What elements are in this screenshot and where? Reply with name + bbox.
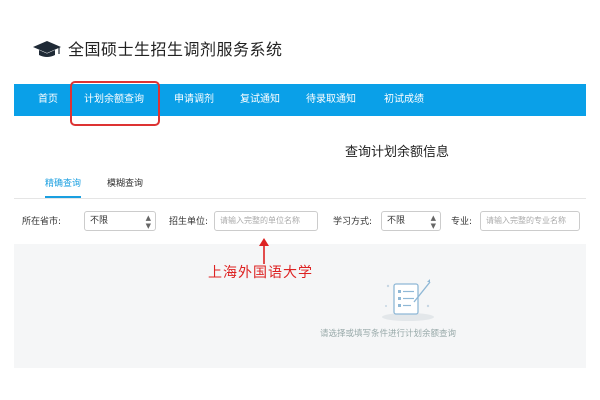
select-arrows-icon: ▲ ▼ xyxy=(145,214,151,230)
main-nav: 首页 计划余额查询 申请调剂 复试通知 待录取通知 初试成绩 xyxy=(14,84,586,116)
tab-fuzzy-query[interactable]: 模糊查询 xyxy=(107,172,143,197)
annotation-text: 上海外国语大学 xyxy=(208,265,313,281)
empty-state-text: 请选择或填写条件进行计划余额查询 xyxy=(320,329,457,339)
section-title: 查询计划余额信息 xyxy=(345,145,450,160)
study-mode-select-value: 不限 xyxy=(387,216,406,226)
major-input[interactable]: 请输入完整的专业名称 xyxy=(480,211,580,231)
query-tabs: 精确查询 模糊查询 xyxy=(14,172,586,199)
study-mode-select[interactable]: 不限 ▲ ▼ xyxy=(381,211,441,231)
major-label: 专业: xyxy=(451,217,473,227)
graduation-cap-icon xyxy=(33,41,61,57)
study-mode-label: 学习方式: xyxy=(333,217,373,227)
province-label: 所在省市: xyxy=(22,217,62,227)
nav-item-plan-balance-query[interactable]: 计划余额查询 xyxy=(84,84,144,116)
empty-document-icon xyxy=(382,279,434,321)
select-arrows-icon: ▲ ▼ xyxy=(430,214,436,230)
nav-item-home[interactable]: 首页 xyxy=(38,84,58,116)
nav-item-apply-adjustment[interactable]: 申请调剂 xyxy=(174,84,214,116)
nav-item-retest-notice[interactable]: 复试通知 xyxy=(240,84,280,116)
nav-item-admission-notice[interactable]: 待录取通知 xyxy=(306,84,356,116)
app-title: 全国硕士生招生调剂服务系统 xyxy=(68,40,283,59)
unit-label: 招生单位: xyxy=(169,217,209,227)
unit-input[interactable]: 请输入完整的单位名称 xyxy=(214,211,318,231)
province-select[interactable]: 不限 ▲ ▼ xyxy=(84,211,156,231)
nav-item-initial-scores[interactable]: 初试成绩 xyxy=(384,84,424,116)
tab-exact-query[interactable]: 精确查询 xyxy=(45,172,82,198)
province-select-value: 不限 xyxy=(90,216,109,226)
